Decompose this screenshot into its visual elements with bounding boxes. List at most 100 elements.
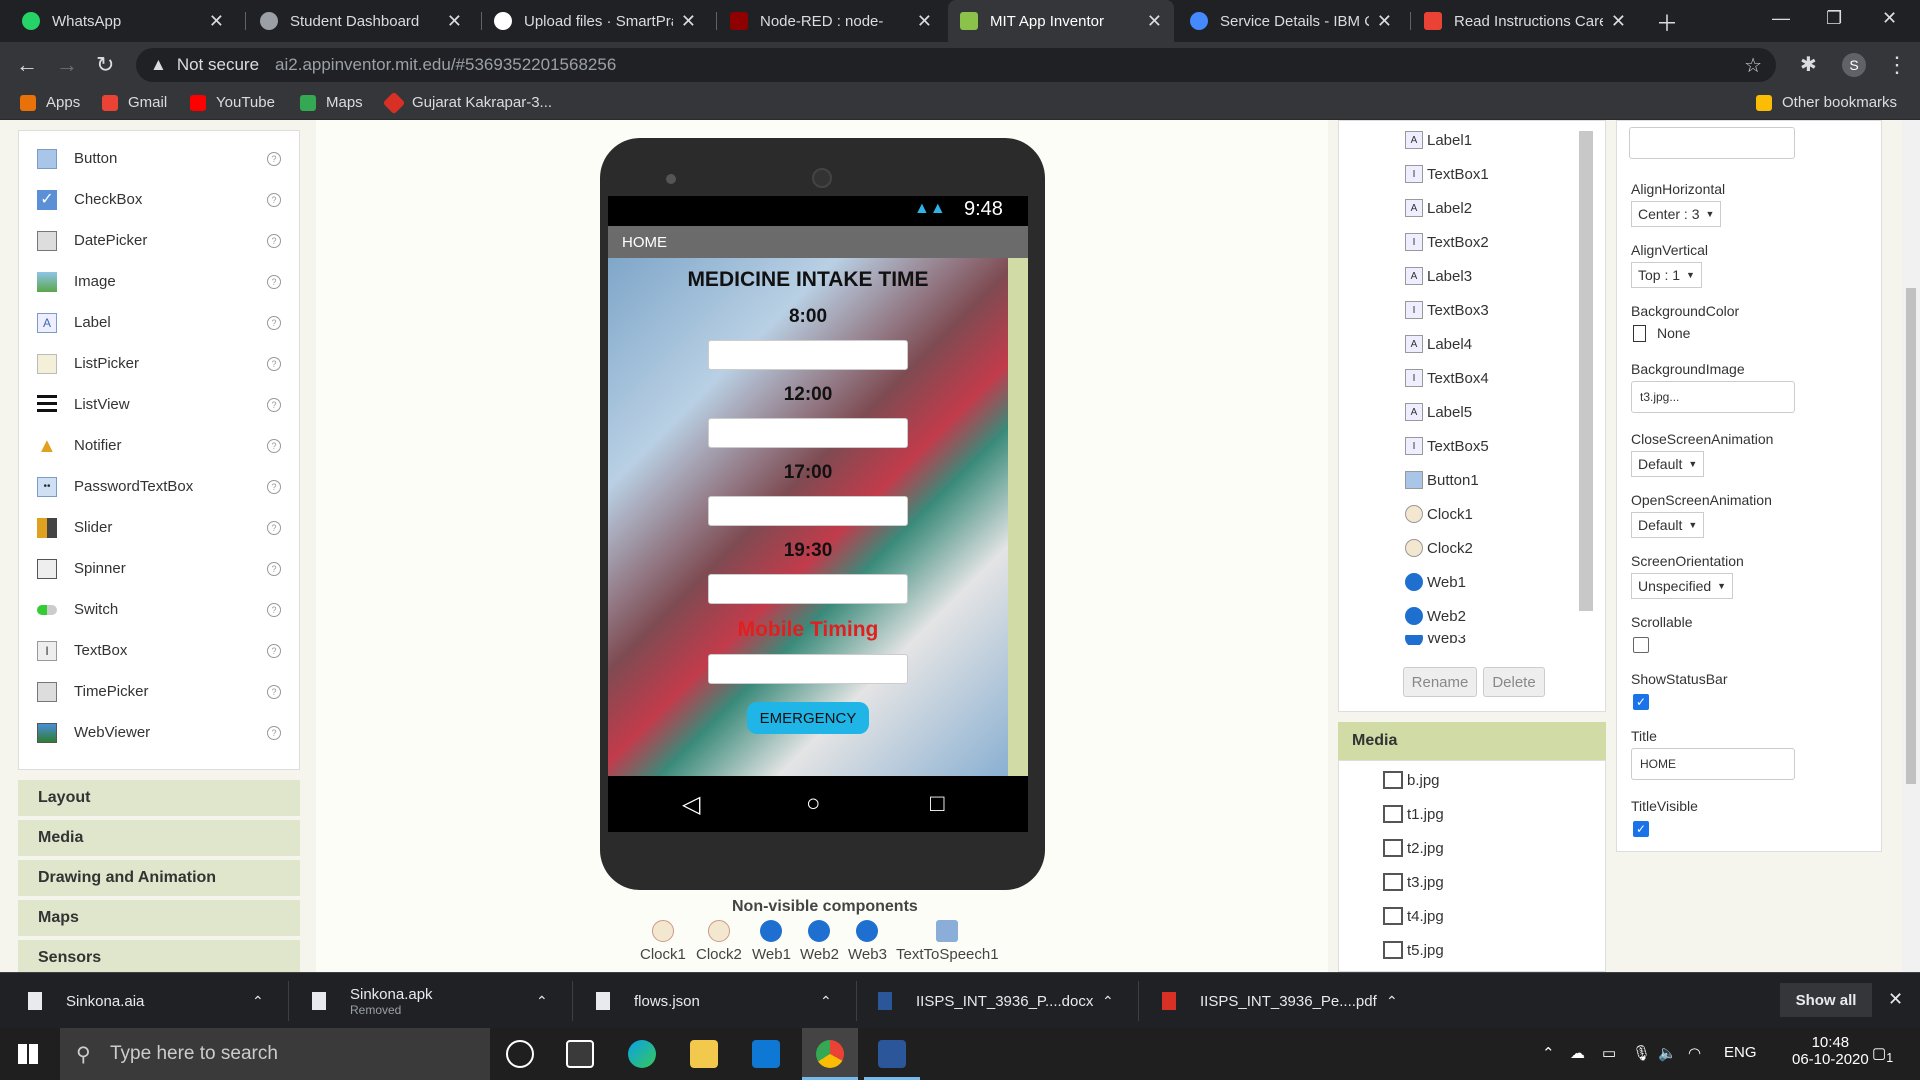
palette-item-textbox[interactable]: I TextBox? (19, 630, 301, 671)
close-animation-select[interactable]: Default ▼ (1631, 451, 1705, 477)
help-icon[interactable]: ? (267, 479, 281, 494)
color-swatch[interactable] (1633, 325, 1646, 342)
align-vertical-select[interactable]: Top : 1 ▼ (1631, 262, 1702, 288)
help-icon[interactable]: ? (267, 561, 281, 576)
palette-item-notifier[interactable]: ▲ Notifier? (19, 425, 301, 466)
nonvisible-clock1[interactable]: Clock1 (640, 920, 686, 963)
palette-item-webviewer[interactable]: WebViewer? (19, 712, 301, 753)
chevron-up-icon[interactable]: ⌃ (1386, 993, 1398, 1010)
emergency-button[interactable]: EMERGENCY (747, 702, 869, 734)
edge-icon[interactable] (628, 1040, 656, 1068)
palette-item-label[interactable]: A Label? (19, 302, 301, 343)
palette-item-switch[interactable]: Switch? (19, 589, 301, 630)
word-taskbar-item[interactable] (864, 1028, 920, 1080)
component-clock1[interactable]: Clock1 (1405, 505, 1473, 523)
help-icon[interactable]: ? (267, 602, 281, 617)
notification-icon[interactable]: ▢1 (1872, 1044, 1893, 1065)
profile-avatar[interactable]: S (1842, 53, 1866, 77)
file-explorer-icon[interactable] (690, 1040, 718, 1068)
component-label5[interactable]: A Label5 (1405, 403, 1472, 421)
language-indicator[interactable]: ENG (1724, 1044, 1757, 1061)
screen-orientation-select[interactable]: Unspecified ▼ (1631, 573, 1734, 599)
open-animation-select[interactable]: Default ▼ (1631, 512, 1705, 538)
download-item-sinkona-aia[interactable]: Sinkona.aia ⌃ (28, 973, 268, 1029)
reload-icon[interactable]: ↻ (96, 52, 114, 78)
help-icon[interactable]: ? (267, 520, 281, 535)
chrome-taskbar-item[interactable] (802, 1028, 858, 1080)
help-icon[interactable]: ? (267, 356, 281, 371)
category-media[interactable]: Media (18, 820, 300, 858)
tab-node-red[interactable]: Node-RED : node- ✕ (718, 0, 944, 42)
title-visible-checkbox[interactable]: ✓ (1633, 821, 1649, 837)
chevron-up-icon[interactable]: ⌃ (1102, 993, 1114, 1010)
chevron-up-icon[interactable]: ⌃ (820, 993, 832, 1010)
background-image-field[interactable]: t3.jpg... (1631, 381, 1795, 413)
delete-button[interactable]: Delete (1483, 667, 1545, 697)
minimize-button[interactable]: — (1772, 8, 1790, 29)
bookmark-maps[interactable]: Maps (300, 94, 363, 111)
media-file[interactable]: t2.jpg (1383, 839, 1444, 857)
close-window-button[interactable]: ✕ (1882, 8, 1897, 29)
align-horizontal-select[interactable]: Center : 3 ▼ (1631, 201, 1722, 227)
home-nav-icon[interactable]: ○ (806, 790, 821, 818)
volume-icon[interactable]: 🔈 (1658, 1044, 1677, 1062)
help-icon[interactable]: ? (267, 233, 281, 248)
help-icon[interactable]: ? (267, 274, 281, 289)
bookmark-gmail[interactable]: Gmail (102, 94, 167, 111)
battery-icon[interactable]: ▭ (1602, 1044, 1616, 1062)
background-color-value[interactable]: None (1657, 325, 1690, 341)
nonvisible-clock2[interactable]: Clock2 (696, 920, 742, 963)
menu-icon[interactable]: ⋮ (1886, 52, 1908, 78)
new-tab-button[interactable]: ＋ (1656, 6, 1678, 38)
tab-mit-app-inventor[interactable]: MIT App Inventor ✕ (948, 0, 1174, 42)
wifi-icon[interactable]: ◠ (1688, 1044, 1701, 1062)
category-drawing-animation[interactable]: Drawing and Animation (18, 860, 300, 898)
taskbar-search[interactable]: ⚲ Type here to search (60, 1028, 490, 1080)
palette-item-listpicker[interactable]: ListPicker? (19, 343, 301, 384)
nonvisible-web3[interactable]: Web3 (848, 920, 887, 963)
cortana-icon[interactable] (506, 1040, 534, 1068)
restore-button[interactable]: ❐ (1826, 8, 1842, 29)
help-icon[interactable]: ? (267, 643, 281, 658)
close-icon[interactable]: ✕ (1377, 11, 1392, 32)
help-icon[interactable]: ? (267, 725, 281, 740)
tree-scrollbar[interactable] (1579, 131, 1593, 611)
address-bar[interactable]: ▲ Not secure ai2.appinventor.mit.edu/#53… (136, 48, 1776, 82)
tab-gmail[interactable]: Read Instructions Caref ✕ (1412, 0, 1638, 42)
chevron-up-icon[interactable]: ⌃ (536, 993, 548, 1010)
help-icon[interactable]: ? (267, 397, 281, 412)
bookmark-gujarat[interactable]: Gujarat Kakrapar-3... (382, 91, 552, 114)
bookmark-apps[interactable]: Apps (20, 94, 80, 111)
component-textbox2[interactable]: I TextBox2 (1405, 233, 1489, 251)
chevron-up-icon[interactable]: ⌃ (1542, 1044, 1555, 1062)
palette-item-datepicker[interactable]: DatePicker? (19, 220, 301, 261)
recents-nav-icon[interactable]: □ (930, 790, 945, 818)
component-textbox3[interactable]: I TextBox3 (1405, 301, 1489, 319)
close-icon[interactable]: ✕ (209, 11, 224, 32)
nonvisible-web1[interactable]: Web1 (752, 920, 791, 963)
mail-icon[interactable] (752, 1040, 780, 1068)
component-textbox5[interactable]: I TextBox5 (1405, 437, 1489, 455)
help-icon[interactable]: ? (267, 438, 281, 453)
textbox-3[interactable] (708, 496, 908, 526)
back-icon[interactable]: ← (16, 52, 38, 78)
help-icon[interactable]: ? (267, 315, 281, 330)
page-scrollbar[interactable] (1902, 120, 1920, 972)
close-icon[interactable]: ✕ (447, 11, 462, 32)
palette-item-passwordtextbox[interactable]: •• PasswordTextBox? (19, 466, 301, 507)
task-view-icon[interactable] (566, 1040, 594, 1068)
component-clock2[interactable]: Clock2 (1405, 539, 1473, 557)
component-textbox1[interactable]: I TextBox1 (1405, 165, 1489, 183)
palette-item-slider[interactable]: Slider? (19, 507, 301, 548)
tab-upload-files[interactable]: Upload files · SmartPra ✕ (482, 0, 708, 42)
download-item-flows-json[interactable]: flows.json ⌃ (596, 973, 836, 1029)
textbox-2[interactable] (708, 418, 908, 448)
textbox-4[interactable] (708, 574, 908, 604)
close-icon[interactable]: ✕ (681, 11, 696, 32)
component-web2[interactable]: Web2 (1405, 607, 1466, 625)
windows-start-icon[interactable] (18, 1044, 38, 1064)
close-icon[interactable]: ✕ (1147, 11, 1162, 32)
help-icon[interactable]: ? (267, 151, 281, 166)
rename-button[interactable]: Rename (1403, 667, 1477, 697)
textbox-1[interactable] (708, 340, 908, 370)
